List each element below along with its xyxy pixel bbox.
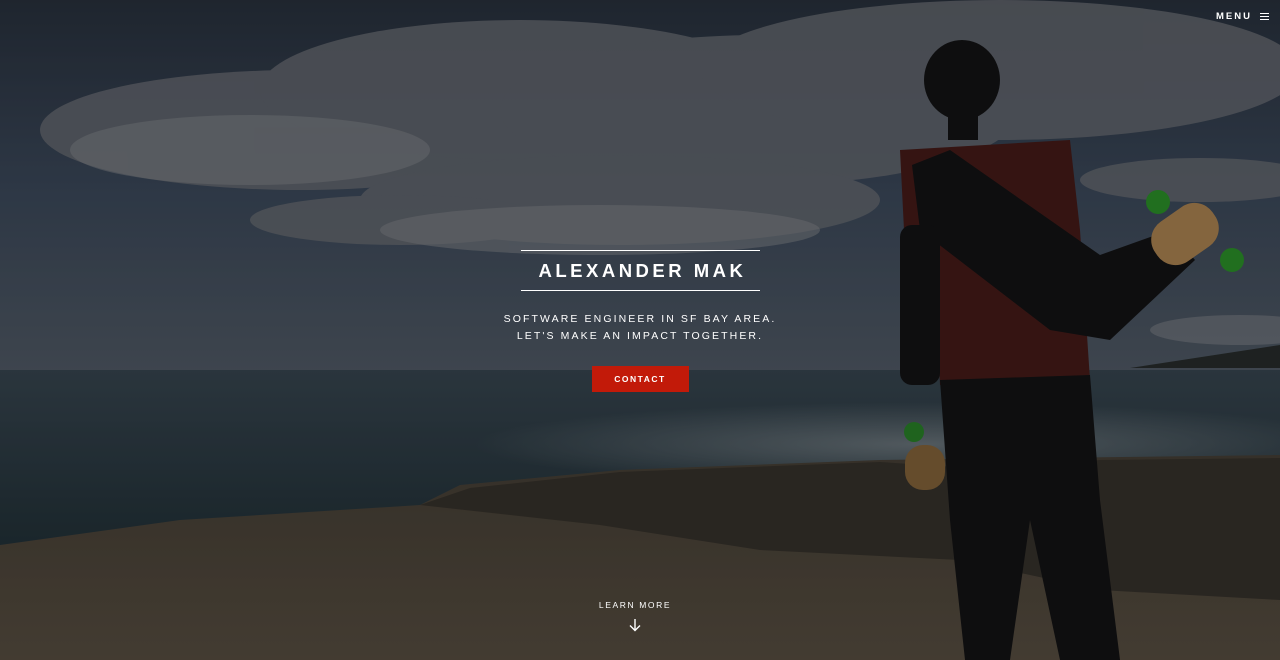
arrow-down-icon (629, 619, 641, 632)
title-frame: ALEXANDER MAK (520, 250, 760, 291)
learn-more-label: LEARN MORE (598, 600, 672, 610)
contact-button[interactable]: CONTACT (591, 366, 689, 392)
tagline-line-1: SOFTWARE ENGINEER IN SF BAY AREA. (503, 313, 777, 325)
tagline-line-2: LET'S MAKE AN IMPACT TOGETHER. (516, 330, 764, 342)
hamburger-icon (1260, 12, 1269, 21)
menu-button[interactable]: MENU (1216, 11, 1269, 22)
hero-section: MENU ALEXANDER MAK SOFTWARE ENGINEER IN … (0, 0, 1280, 660)
menu-label: MENU (1216, 11, 1252, 22)
tagline: SOFTWARE ENGINEER IN SF BAY AREA. LET'S … (0, 311, 1280, 345)
learn-more-link[interactable]: LEARN MORE (0, 600, 1270, 632)
page-title: ALEXANDER MAK (538, 260, 747, 281)
hero-content: ALEXANDER MAK SOFTWARE ENGINEER IN SF BA… (0, 250, 1280, 392)
